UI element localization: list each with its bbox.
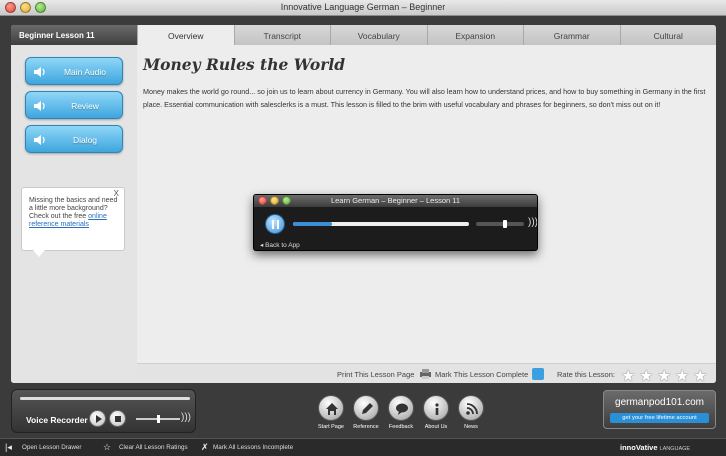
recorder-progress-bar[interactable] <box>20 397 190 400</box>
drawer-icon[interactable]: |◂ <box>5 442 12 453</box>
lesson-name-tab: Beginner Lesson 11 <box>11 25 137 45</box>
tab-expansion[interactable]: Expansion <box>426 25 523 45</box>
open-lesson-drawer-link[interactable]: Open Lesson Drawer <box>22 444 82 451</box>
dialog-button[interactable]: Dialog <box>25 125 123 153</box>
speech-bubble-icon <box>396 403 408 415</box>
news-button[interactable]: News <box>456 395 486 430</box>
volume-icon: ))) <box>181 412 191 423</box>
x-mark-icon[interactable]: ✗ <box>201 442 209 453</box>
speaker-icon <box>34 135 45 145</box>
voice-recorder-label: Voice Recorder <box>26 415 88 425</box>
dialog-label: Dialog <box>72 135 98 145</box>
popup-title: Learn German – Beginner – Lesson 11 <box>330 196 461 205</box>
mark-complete-link[interactable]: Mark This Lesson Complete <box>435 370 528 379</box>
volume-icon: ))) <box>528 217 538 228</box>
status-bar: |◂ Open Lesson Drawer ☆ Clear All Lesson… <box>0 438 726 456</box>
home-icon <box>326 403 338 415</box>
brand-sub: LANGUAGE <box>659 446 691 452</box>
about-us-label: About Us <box>424 424 448 430</box>
info-icon <box>435 403 439 415</box>
brand-name: innoVative <box>620 443 658 452</box>
complete-checkbox[interactable] <box>532 368 544 380</box>
brand-logo: innoVative LANGUAGE <box>620 443 690 452</box>
main-audio-label: Main Audio <box>63 67 107 77</box>
print-lesson-link[interactable]: Print This Lesson Page <box>337 370 414 379</box>
recorder-volume-knob[interactable] <box>157 415 160 423</box>
speaker-icon <box>34 101 45 111</box>
tip-pointer <box>33 250 45 257</box>
rating-star-4[interactable]: ★ <box>675 366 689 383</box>
rating-star-5[interactable]: ★ <box>693 366 707 383</box>
sidebar: Main Audio Review Dialog X Missing the b… <box>11 45 137 383</box>
pencil-icon <box>362 403 373 414</box>
start-page-button[interactable]: Start Page <box>316 395 346 430</box>
audio-progress-bar[interactable] <box>293 222 469 226</box>
about-us-button[interactable]: About Us <box>421 395 451 430</box>
clear-ratings-link[interactable]: Clear All Lesson Ratings <box>119 444 188 451</box>
lesson-footer: Print This Lesson Page Mark This Lesson … <box>137 363 716 383</box>
rss-icon <box>466 403 478 415</box>
window-title: Innovative Language German – Beginner <box>280 2 446 12</box>
rate-lesson-label: Rate this Lesson: <box>557 370 615 379</box>
lesson-title: Money Rules the World <box>143 55 346 74</box>
tab-overview[interactable]: Overview <box>137 25 234 45</box>
tab-grammar[interactable]: Grammar <box>523 25 620 45</box>
feedback-label: Feedback <box>388 424 414 430</box>
reference-tip: X Missing the basics and need a little m… <box>21 187 125 251</box>
title-bar: Innovative Language German – Beginner <box>0 0 726 16</box>
lesson-description: Money makes the world go round... so joi… <box>143 87 706 109</box>
recorder-play-button[interactable] <box>89 410 106 427</box>
popup-title-bar: Learn German – Beginner – Lesson 11 <box>254 195 537 207</box>
popup-volume-knob[interactable] <box>502 220 507 228</box>
popup-volume-slider[interactable] <box>476 220 524 228</box>
mark-all-incomplete-link[interactable]: Mark All Lessons Incomplete <box>213 444 293 451</box>
feedback-button[interactable]: Feedback <box>386 395 416 430</box>
audio-player-popup: Learn German – Beginner – Lesson 11 ))) … <box>253 194 538 251</box>
review-button[interactable]: Review <box>25 91 123 119</box>
voice-recorder: Voice Recorder ))) <box>11 389 196 433</box>
lesson-tabs: Overview Transcript Vocabulary Expansion… <box>137 25 716 45</box>
pause-button[interactable] <box>265 214 285 234</box>
news-label: News <box>464 424 478 430</box>
back-to-app-link[interactable]: ◂ Back to App <box>260 241 300 249</box>
bottom-dock: Voice Recorder ))) Start Page Reference … <box>0 387 726 438</box>
promo-box[interactable]: germanpod101.com get your free lifetime … <box>603 390 716 429</box>
tab-vocabulary[interactable]: Vocabulary <box>330 25 427 45</box>
tab-cultural[interactable]: Cultural <box>619 25 716 45</box>
recorder-stop-button[interactable] <box>109 410 126 427</box>
rating-star-2[interactable]: ★ <box>639 366 653 383</box>
rating-star-1[interactable]: ★ <box>621 366 635 383</box>
star-outline-icon[interactable]: ☆ <box>103 442 111 453</box>
reference-label: Reference <box>353 424 379 430</box>
tip-close-button[interactable]: X <box>114 190 119 198</box>
audio-progress-fill <box>293 222 332 226</box>
reference-button[interactable]: Reference <box>351 395 381 430</box>
recorder-volume-slider[interactable] <box>136 415 180 423</box>
tab-transcript[interactable]: Transcript <box>233 25 330 45</box>
promo-site-name: germanpod101.com <box>615 397 704 408</box>
review-label: Review <box>71 101 99 111</box>
printer-icon[interactable] <box>419 368 432 380</box>
free-account-button[interactable]: get your free lifetime account <box>610 413 709 423</box>
main-audio-button[interactable]: Main Audio <box>25 57 123 85</box>
pause-icon <box>272 220 279 229</box>
speaker-icon <box>34 67 45 77</box>
rating-star-3[interactable]: ★ <box>657 366 671 383</box>
start-page-label: Start Page <box>318 424 344 430</box>
app-window: Innovative Language German – Beginner Be… <box>0 0 726 456</box>
